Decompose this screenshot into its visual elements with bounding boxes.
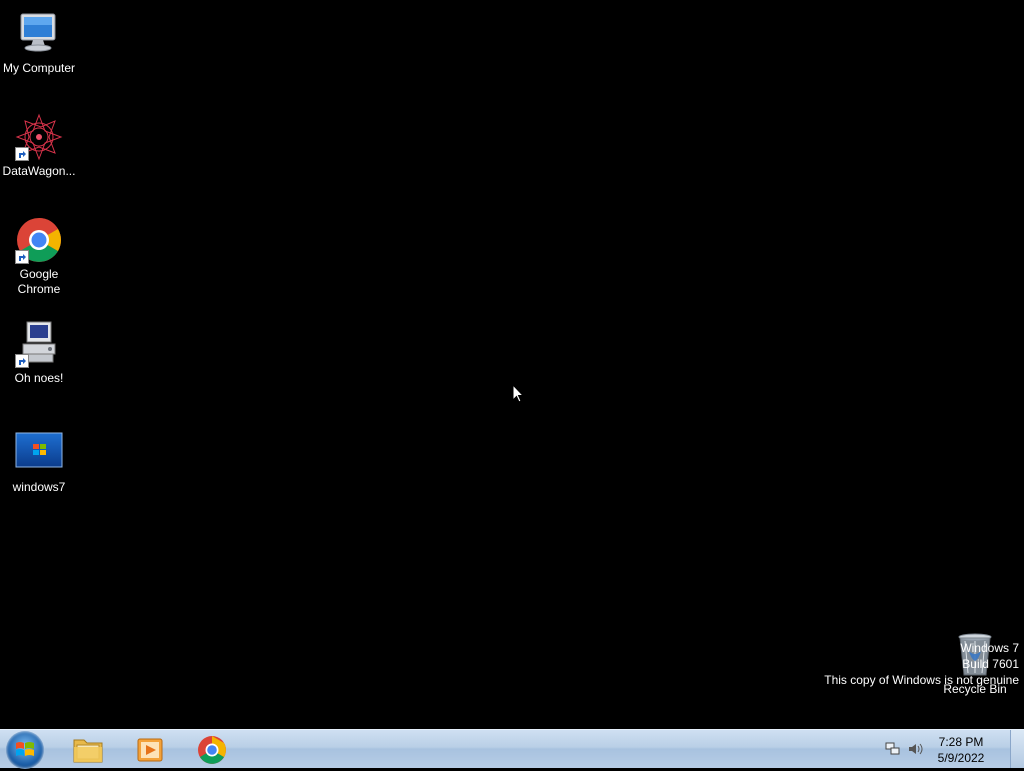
watermark-build: Build 7601	[962, 657, 1019, 671]
desktop-icon-label: Google Chrome	[17, 267, 61, 296]
desktop-icon-label: windows7	[12, 480, 66, 494]
notification-area: 7:28 PM 5/9/2022	[884, 730, 1024, 769]
desktop-icon-datawagon[interactable]: DataWagon...	[1, 113, 77, 179]
shortcut-arrow-icon	[15, 147, 29, 161]
media-player-icon	[137, 738, 163, 762]
desktop-icon-label: My Computer	[2, 61, 76, 75]
desktop-icon-google-chrome[interactable]: Google Chrome	[1, 216, 77, 297]
windows-genuine-watermark: Windows 7 Build 7601 This copy of Window…	[824, 640, 1019, 688]
show-desktop-button[interactable]	[1010, 730, 1024, 768]
network-icon[interactable]	[885, 742, 901, 761]
computer-icon	[15, 10, 63, 58]
desktop-icon-windows7[interactable]: windows7	[1, 432, 77, 495]
start-button[interactable]	[6, 731, 44, 769]
shortcut-arrow-icon	[15, 354, 29, 368]
folder-icon	[73, 739, 103, 763]
desktop[interactable]: My Computer DataWagon... Google Chrome O…	[0, 0, 1024, 729]
clock-date: 5/9/2022	[937, 751, 985, 765]
datawagon-icon	[15, 113, 63, 161]
windows-logo-icon	[16, 742, 34, 756]
chrome-icon	[198, 736, 226, 764]
watermark-os-name: Windows 7	[960, 641, 1019, 655]
oh-noes-icon	[15, 320, 63, 368]
volume-icon[interactable]	[908, 742, 924, 761]
chrome-icon	[15, 216, 63, 264]
taskbar-google-chrome-button[interactable]	[192, 734, 232, 766]
taskbar-file-explorer-button[interactable]	[68, 734, 108, 766]
taskbar-media-player-button[interactable]	[130, 734, 170, 766]
desktop-icon-my-computer[interactable]: My Computer	[1, 10, 77, 76]
image-file-icon	[15, 432, 63, 468]
clock-time: 7:28 PM	[938, 735, 984, 749]
desktop-icon-oh-noes[interactable]: Oh noes!	[1, 320, 77, 386]
watermark-not-genuine: This copy of Windows is not genuine	[824, 673, 1019, 687]
taskbar: 7:28 PM 5/9/2022	[0, 729, 1024, 769]
desktop-icon-label: DataWagon...	[2, 164, 76, 178]
desktop-icon-label: Oh noes!	[14, 371, 64, 385]
taskbar-clock[interactable]: 7:28 PM 5/9/2022	[926, 734, 996, 766]
mouse-cursor-icon	[512, 383, 525, 408]
shortcut-arrow-icon	[15, 250, 29, 264]
